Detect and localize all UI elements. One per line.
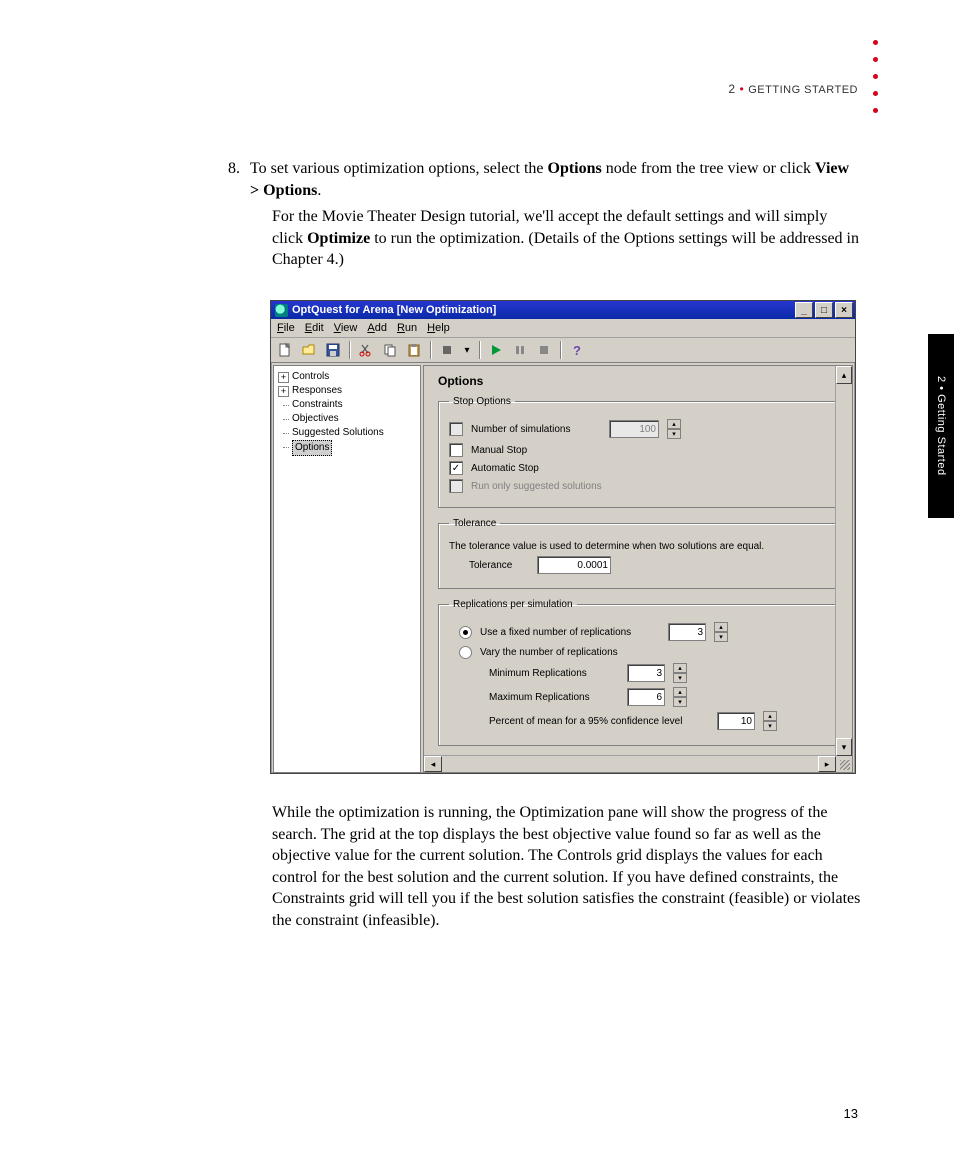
save-icon[interactable] — [323, 340, 343, 360]
open-icon[interactable] — [299, 340, 319, 360]
options-heading: Options — [438, 374, 838, 388]
vertical-scrollbar[interactable]: ▴ ▾ — [835, 366, 852, 756]
min-reps-spinner[interactable]: ▴▾ — [673, 663, 687, 683]
max-reps-label: Maximum Replications — [489, 692, 619, 703]
paragraph-2: While the optimization is running, the O… — [272, 802, 862, 932]
document-page: 2•Getting Started 2 • Getting Started 8.… — [0, 0, 954, 1163]
tolerance-label: Tolerance — [469, 560, 529, 571]
horizontal-scrollbar[interactable]: ◂ ▸ — [424, 755, 836, 772]
tree-controls[interactable]: +Controls — [276, 370, 418, 384]
side-tab: 2 • Getting Started — [928, 334, 954, 518]
tree-suggested[interactable]: Suggested Solutions — [276, 426, 418, 440]
max-reps-input[interactable]: 6 — [627, 688, 665, 706]
maximize-button[interactable]: □ — [815, 302, 833, 318]
paragraph-1: For the Movie Theater Design tutorial, w… — [272, 206, 860, 271]
pct-spinner[interactable]: ▴▾ — [763, 711, 777, 731]
fixed-reps-label: Use a fixed number of replications — [480, 627, 660, 638]
copy-icon[interactable] — [380, 340, 400, 360]
minimize-button[interactable]: _ — [795, 302, 813, 318]
resize-grip-icon[interactable] — [836, 756, 852, 772]
min-reps-label: Minimum Replications — [489, 668, 619, 679]
running-header: 2•Getting Started — [728, 82, 858, 96]
tree-objectives[interactable]: Objectives — [276, 412, 418, 426]
tolerance-input[interactable]: 0.0001 — [537, 556, 611, 574]
fixed-reps-input[interactable]: 3 — [668, 623, 706, 641]
step-number: 8. — [228, 158, 240, 180]
max-reps-spinner[interactable]: ▴▾ — [673, 687, 687, 707]
dropdown-icon[interactable]: ▾ — [461, 340, 473, 360]
options-pane: Options Stop Options Number of simulatio… — [423, 365, 853, 773]
min-reps-input[interactable]: 3 — [627, 664, 665, 682]
tree-view[interactable]: +Controls +Responses Constraints Objecti… — [273, 365, 421, 773]
close-button[interactable]: × — [835, 302, 853, 318]
menu-view[interactable]: View — [334, 322, 358, 334]
menu-add[interactable]: Add — [367, 322, 387, 334]
auto-stop-label: Automatic Stop — [471, 463, 539, 474]
menu-bar: File Edit View Add Run Help — [271, 319, 855, 338]
auto-stop-checkbox[interactable]: ✓ — [449, 461, 463, 475]
window-title: OptQuest for Arena [New Optimization] — [292, 304, 496, 316]
menu-file[interactable]: File — [277, 322, 295, 334]
num-sim-label: Number of simulations — [471, 424, 601, 435]
tolerance-group: Tolerance The tolerance value is used to… — [438, 518, 838, 589]
tree-constraints[interactable]: Constraints — [276, 398, 418, 412]
step-8: 8. To set various optimization options, … — [250, 158, 860, 201]
stop2-icon[interactable] — [534, 340, 554, 360]
num-sim-input[interactable]: 100 — [609, 420, 659, 438]
cut-icon[interactable] — [356, 340, 376, 360]
pct-input[interactable]: 10 — [717, 712, 755, 730]
paste-icon[interactable] — [404, 340, 424, 360]
new-icon[interactable] — [275, 340, 295, 360]
play-icon[interactable] — [486, 340, 506, 360]
stop-legend: Stop Options — [449, 396, 515, 407]
toolbar: ▾ ? — [271, 338, 855, 363]
scroll-up-icon[interactable]: ▴ — [836, 366, 852, 384]
page-number: 13 — [844, 1106, 858, 1121]
scroll-left-icon[interactable]: ◂ — [424, 756, 442, 772]
tolerance-legend: Tolerance — [449, 518, 500, 529]
stop-icon[interactable] — [437, 340, 457, 360]
run-sugg-checkbox[interactable] — [449, 479, 463, 493]
num-sim-checkbox[interactable] — [449, 422, 463, 436]
menu-run[interactable]: Run — [397, 322, 417, 334]
tree-options[interactable]: Options — [276, 440, 418, 456]
tolerance-desc: The tolerance value is used to determine… — [449, 541, 827, 552]
run-sugg-label: Run only suggested solutions — [471, 481, 602, 492]
title-bar: OptQuest for Arena [New Optimization] _ … — [271, 301, 855, 319]
scroll-right-icon[interactable]: ▸ — [818, 756, 836, 772]
vary-reps-label: Vary the number of replications — [480, 647, 618, 658]
fixed-reps-spinner[interactable]: ▴▾ — [714, 622, 728, 642]
app-window: OptQuest for Arena [New Optimization] _ … — [270, 300, 856, 774]
vary-reps-radio[interactable] — [459, 646, 472, 659]
menu-help[interactable]: Help — [427, 322, 450, 334]
pct-label: Percent of mean for a 95% confidence lev… — [489, 716, 709, 727]
decorative-dots — [873, 40, 878, 113]
help-icon[interactable]: ? — [567, 340, 587, 360]
manual-stop-checkbox[interactable] — [449, 443, 463, 457]
stop-options-group: Stop Options Number of simulations 100 ▴… — [438, 396, 838, 508]
reps-legend: Replications per simulation — [449, 599, 577, 610]
manual-stop-label: Manual Stop — [471, 445, 527, 456]
scroll-down-icon[interactable]: ▾ — [836, 738, 852, 756]
replications-group: Replications per simulation Use a fixed … — [438, 599, 838, 746]
menu-edit[interactable]: Edit — [305, 322, 324, 334]
num-sim-spinner[interactable]: ▴▾ — [667, 419, 681, 439]
pause-icon[interactable] — [510, 340, 530, 360]
app-icon — [275, 304, 288, 317]
tree-responses[interactable]: +Responses — [276, 384, 418, 398]
fixed-reps-radio[interactable] — [459, 626, 472, 639]
